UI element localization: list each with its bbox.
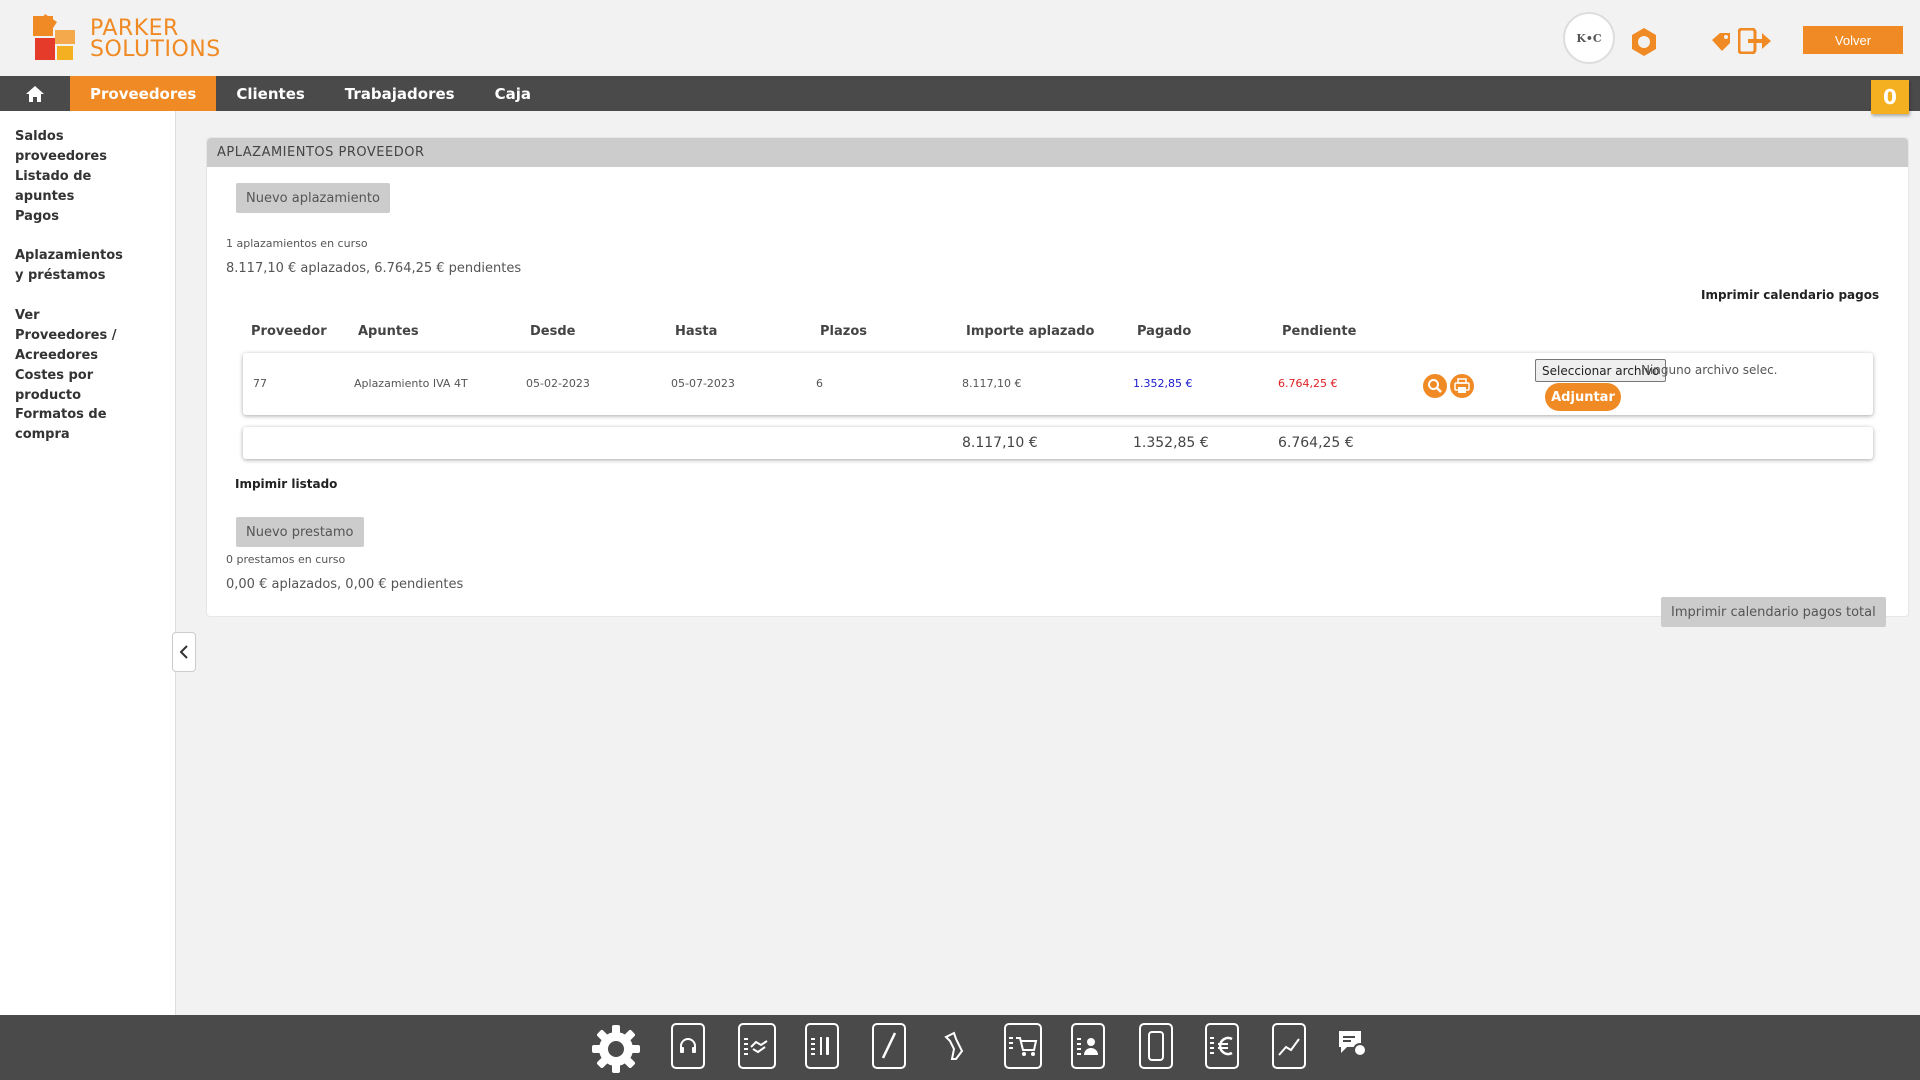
cell-pagado: 1.352,85 € xyxy=(1133,377,1193,390)
dock-mobile[interactable] xyxy=(1139,1023,1173,1069)
chevron-left-icon xyxy=(179,645,188,659)
nav-clientes[interactable]: Clientes xyxy=(216,76,324,111)
logout-icon[interactable] xyxy=(1738,28,1772,54)
gear-icon xyxy=(592,1025,640,1073)
sidebar-collapse-button[interactable] xyxy=(172,632,196,672)
headset-icon xyxy=(680,1038,696,1053)
cart-count-badge[interactable]: 0 xyxy=(1871,80,1909,114)
loans-summary: 0,00 € aplazados, 0,00 € pendientes xyxy=(226,577,464,592)
total-pendiente: 6.764,25 € xyxy=(1278,435,1354,451)
cell-plazos: 6 xyxy=(816,377,823,390)
pen-icon xyxy=(881,1032,897,1059)
brand-name: PARKER SOLUTIONS xyxy=(90,16,221,62)
print-calendar-link[interactable]: Imprimir calendario pagos xyxy=(1701,288,1879,302)
parker-logo xyxy=(33,14,75,60)
col-header-desde: Desde xyxy=(530,324,576,339)
table-row: 77 Aplazamiento IVA 4T 05-02-2023 05-07-… xyxy=(243,353,1873,415)
col-header-pagado: Pagado xyxy=(1137,324,1192,339)
nav-caja[interactable]: Caja xyxy=(475,76,551,111)
euro-icon xyxy=(1210,1036,1233,1056)
dock-providers[interactable] xyxy=(738,1023,776,1069)
cell-desde: 05-02-2023 xyxy=(526,377,590,390)
deferrals-count: 1 aplazamientos en curso xyxy=(226,237,368,250)
home-icon xyxy=(26,85,44,102)
col-header-pendiente: Pendiente xyxy=(1282,324,1357,339)
cell-importe: 8.117,10 € xyxy=(962,377,1022,390)
dock-cleaning[interactable] xyxy=(939,1023,973,1069)
sidebar: Saldos proveedores Listado de apuntes Pa… xyxy=(0,111,176,1015)
sidebar-item-saldos-proveedores[interactable]: Saldos proveedores xyxy=(0,127,170,167)
col-header-apuntes: Apuntes xyxy=(358,324,419,339)
nav-home[interactable] xyxy=(0,76,70,111)
print-total-calendar-button[interactable]: Imprimir calendario pagos total xyxy=(1661,597,1886,627)
col-header-hasta: Hasta xyxy=(675,324,718,339)
volver-button[interactable]: Volver xyxy=(1803,26,1903,54)
view-button[interactable] xyxy=(1423,374,1447,398)
cell-apuntes: Aplazamiento IVA 4T xyxy=(354,377,468,390)
printer-icon xyxy=(1454,378,1470,393)
dock-shopping[interactable] xyxy=(1004,1023,1042,1069)
totals-row: 8.117,10 € 1.352,85 € 6.764,25 € xyxy=(243,427,1873,459)
brand-name-line1: PARKER xyxy=(90,16,179,41)
new-loan-button[interactable]: Nuevo prestamo xyxy=(236,517,364,547)
col-header-importe: Importe aplazado xyxy=(966,324,1095,339)
chat-user-icon xyxy=(1339,1031,1367,1057)
aplazamientos-panel: APLAZAMIENTOS PROVEEDOR Nuevo aplazamien… xyxy=(206,137,1909,627)
dock-chat[interactable] xyxy=(1337,1029,1367,1059)
dock-contacts[interactable] xyxy=(1071,1023,1105,1069)
user-avatar[interactable]: K•C xyxy=(1563,12,1615,64)
contacts-icon xyxy=(1077,1038,1098,1055)
loans-count: 0 prestamos en curso xyxy=(226,553,346,566)
dock-restaurant[interactable] xyxy=(805,1023,839,1069)
col-header-plazos: Plazos xyxy=(820,324,867,339)
sidebar-item-aplazamientos[interactable]: Aplazamientos y préstamos xyxy=(0,246,140,286)
deferrals-summary: 8.117,10 € aplazados, 6.764,25 € pendien… xyxy=(226,261,522,276)
sidebar-item-costes-producto[interactable]: Costes por producto xyxy=(0,366,170,406)
cart-icon xyxy=(1009,1037,1038,1056)
dock-statistics[interactable] xyxy=(1272,1023,1306,1069)
search-icon xyxy=(1428,379,1442,393)
print-list-link[interactable]: Impimir listado xyxy=(235,477,337,491)
nav-proveedores[interactable]: Proveedores xyxy=(70,76,217,111)
hexagon-icon[interactable] xyxy=(1630,27,1658,57)
new-deferral-button[interactable]: Nuevo aplazamiento xyxy=(236,183,390,213)
cutlery-icon xyxy=(811,1037,829,1055)
handshake-icon xyxy=(744,1038,768,1055)
dock-support[interactable] xyxy=(671,1023,705,1069)
attach-button[interactable]: Adjuntar xyxy=(1545,383,1621,411)
sidebar-item-pagos[interactable]: Pagos xyxy=(0,207,170,227)
sidebar-item-formatos-compra[interactable]: Formatos de compra xyxy=(0,405,170,445)
print-row-button[interactable] xyxy=(1450,374,1474,398)
chart-icon xyxy=(1278,1038,1300,1056)
total-importe: 8.117,10 € xyxy=(962,435,1038,451)
sidebar-item-ver-proveedores[interactable]: Ver Proveedores / Acreedores xyxy=(0,306,140,366)
tag-icon[interactable] xyxy=(1710,32,1732,52)
sidebar-item-listado-apuntes[interactable]: Listado de apuntes xyxy=(0,167,170,207)
cell-proveedor: 77 xyxy=(253,377,267,390)
spray-icon xyxy=(944,1031,964,1060)
dock-finance[interactable] xyxy=(1205,1023,1239,1069)
dock-pen[interactable] xyxy=(872,1023,906,1069)
bottom-dock xyxy=(0,1015,1920,1080)
panel-title: APLAZAMIENTOS PROVEEDOR xyxy=(207,138,1908,167)
app-header: PARKER SOLUTIONS K•C Volver xyxy=(0,0,1920,76)
main-nav: Proveedores Clientes Trabajadores Caja xyxy=(0,76,1920,111)
mobile-icon xyxy=(1148,1031,1164,1061)
col-header-proveedor: Proveedor xyxy=(251,324,327,339)
cell-pendiente: 6.764,25 € xyxy=(1278,377,1338,390)
file-status-text: Ninguno archivo selec. xyxy=(1641,363,1778,377)
cell-hasta: 05-07-2023 xyxy=(671,377,735,390)
brand-name-line2: SOLUTIONS xyxy=(90,37,221,62)
nav-trabajadores[interactable]: Trabajadores xyxy=(325,76,475,111)
total-pagado: 1.352,85 € xyxy=(1133,435,1209,451)
dock-settings[interactable] xyxy=(590,1023,642,1075)
